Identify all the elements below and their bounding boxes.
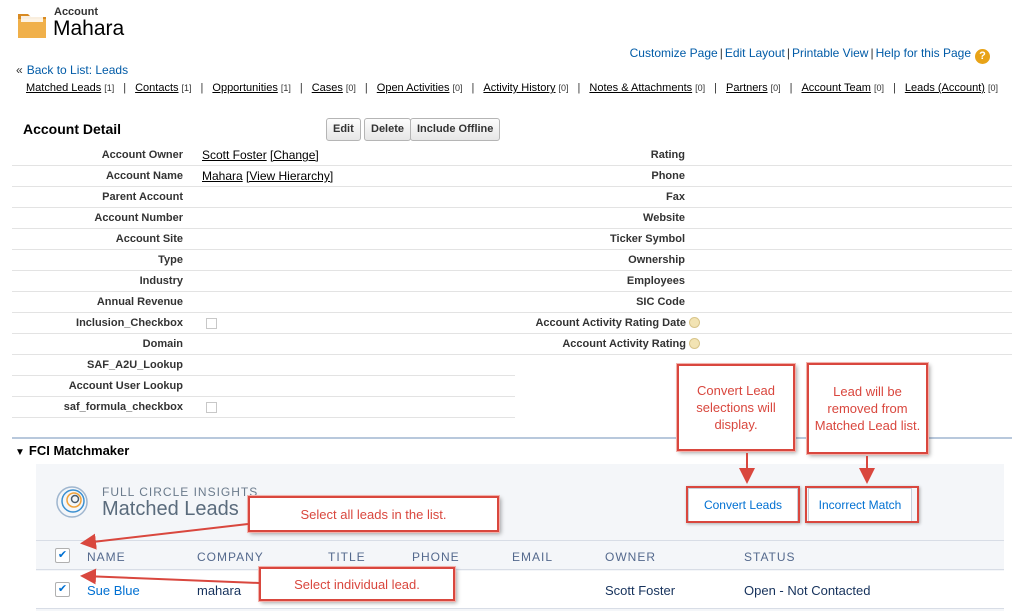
annotation-arrows <box>80 453 875 585</box>
arrow-to-select-individual <box>80 568 260 585</box>
arrow-to-select-all <box>80 523 249 550</box>
